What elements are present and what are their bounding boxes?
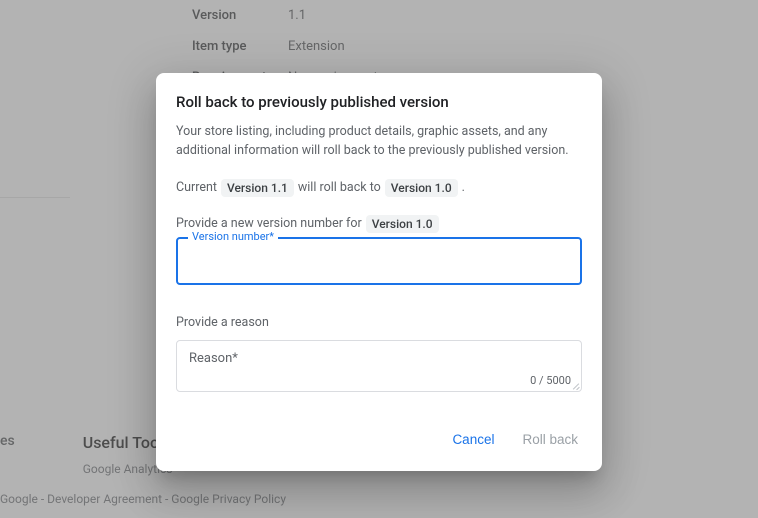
target-version-chip: Version 1.0 — [385, 179, 458, 197]
dialog-title: Roll back to previously published versio… — [176, 93, 582, 111]
rollback-button[interactable]: Roll back — [518, 426, 582, 453]
reason-heading: Provide a reason — [176, 315, 582, 330]
current-version-chip: Version 1.1 — [221, 179, 294, 197]
resize-handle-icon[interactable] — [570, 380, 580, 390]
will-rollback-text: will roll back to — [298, 180, 381, 195]
version-number-field: Version number* — [176, 237, 582, 285]
cancel-button[interactable]: Cancel — [448, 426, 498, 453]
dialog-description: Your store listing, including product de… — [176, 123, 582, 161]
version-number-label: Version number* — [188, 230, 278, 243]
modal-overlay[interactable]: Roll back to previously published versio… — [0, 0, 758, 518]
rollback-dialog: Roll back to previously published versio… — [156, 73, 602, 471]
reason-placeholder: Reason* — [189, 351, 569, 366]
period: . — [462, 180, 465, 195]
rollback-summary-line: Current Version 1.1 will roll back to Ve… — [176, 179, 582, 197]
reason-textarea[interactable]: Reason* 0 / 5000 — [176, 340, 582, 392]
version-number-input[interactable] — [176, 237, 582, 285]
current-label: Current — [176, 180, 217, 195]
char-count: 0 / 5000 — [530, 374, 571, 387]
provide-version-chip: Version 1.0 — [366, 215, 439, 233]
dialog-actions: Cancel Roll back — [156, 396, 602, 471]
